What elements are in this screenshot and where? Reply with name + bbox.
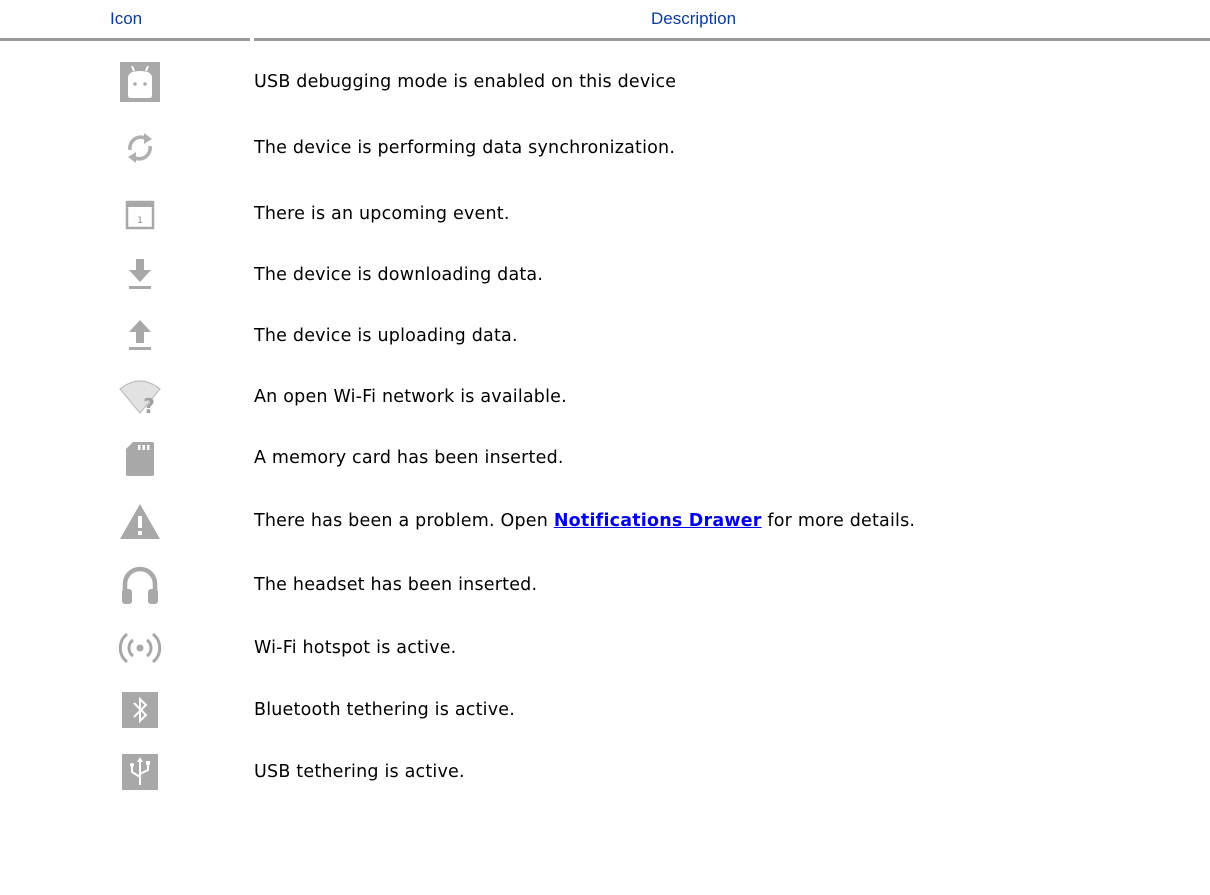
memory-card-icon xyxy=(110,428,170,488)
table-row: ? An open Wi-Fi network is available. xyxy=(0,367,1210,427)
header-divider-right xyxy=(254,38,1210,41)
upload-icon xyxy=(110,306,170,366)
table-row: A memory card has been inserted. xyxy=(0,428,1210,488)
row-description: An open Wi-Fi network is available. xyxy=(254,387,567,407)
warning-icon xyxy=(110,491,170,551)
table-row: The device is downloading data. xyxy=(0,245,1210,305)
table-row: There has been a problem. Open Notificat… xyxy=(0,491,1210,551)
table-row: 1 There is an upcoming event. xyxy=(0,184,1210,244)
calendar-icon: 1 xyxy=(110,184,170,244)
svg-text:?: ? xyxy=(143,394,155,417)
row-description: USB debugging mode is enabled on this de… xyxy=(254,72,677,92)
bluetooth-tethering-icon xyxy=(110,680,170,740)
table-row: USB tethering is active. xyxy=(0,742,1210,802)
row-description: A memory card has been inserted. xyxy=(254,448,564,468)
table-row: Bluetooth tethering is active. xyxy=(0,680,1210,740)
android-debug-icon xyxy=(110,52,170,112)
svg-text:1: 1 xyxy=(137,216,143,226)
row-description: Wi-Fi hotspot is active. xyxy=(254,638,457,658)
table-row: Wi-Fi hotspot is active. xyxy=(0,618,1210,678)
table-row: USB debugging mode is enabled on this de… xyxy=(0,52,1210,112)
row-description: There has been a problem. Open Notificat… xyxy=(254,511,916,531)
row-description: USB tethering is active. xyxy=(254,762,465,782)
table-row: The headset has been inserted. xyxy=(0,555,1210,615)
column-header-icon: Icon xyxy=(110,9,143,28)
wifi-open-network-icon: ? xyxy=(110,367,170,427)
wifi-hotspot-icon xyxy=(110,618,170,678)
row-description: The device is downloading data. xyxy=(254,265,544,285)
headset-icon xyxy=(110,555,170,615)
table-header: Icon Description xyxy=(0,0,1210,41)
sync-icon xyxy=(110,118,170,178)
column-header-description: Description xyxy=(651,9,737,28)
notifications-drawer-link[interactable]: Notifications Drawer xyxy=(554,511,762,531)
row-description: The device is performing data synchroniz… xyxy=(254,138,676,158)
row-description: The device is uploading data. xyxy=(254,326,518,346)
table-row: The device is uploading data. xyxy=(0,306,1210,366)
row-description: The headset has been inserted. xyxy=(254,575,538,595)
usb-tethering-icon xyxy=(110,742,170,802)
row-description: Bluetooth tethering is active. xyxy=(254,700,515,720)
header-divider-left xyxy=(0,38,250,41)
row-description: There is an upcoming event. xyxy=(254,204,510,224)
table-row: The device is performing data synchroniz… xyxy=(0,118,1210,178)
download-icon xyxy=(110,245,170,305)
